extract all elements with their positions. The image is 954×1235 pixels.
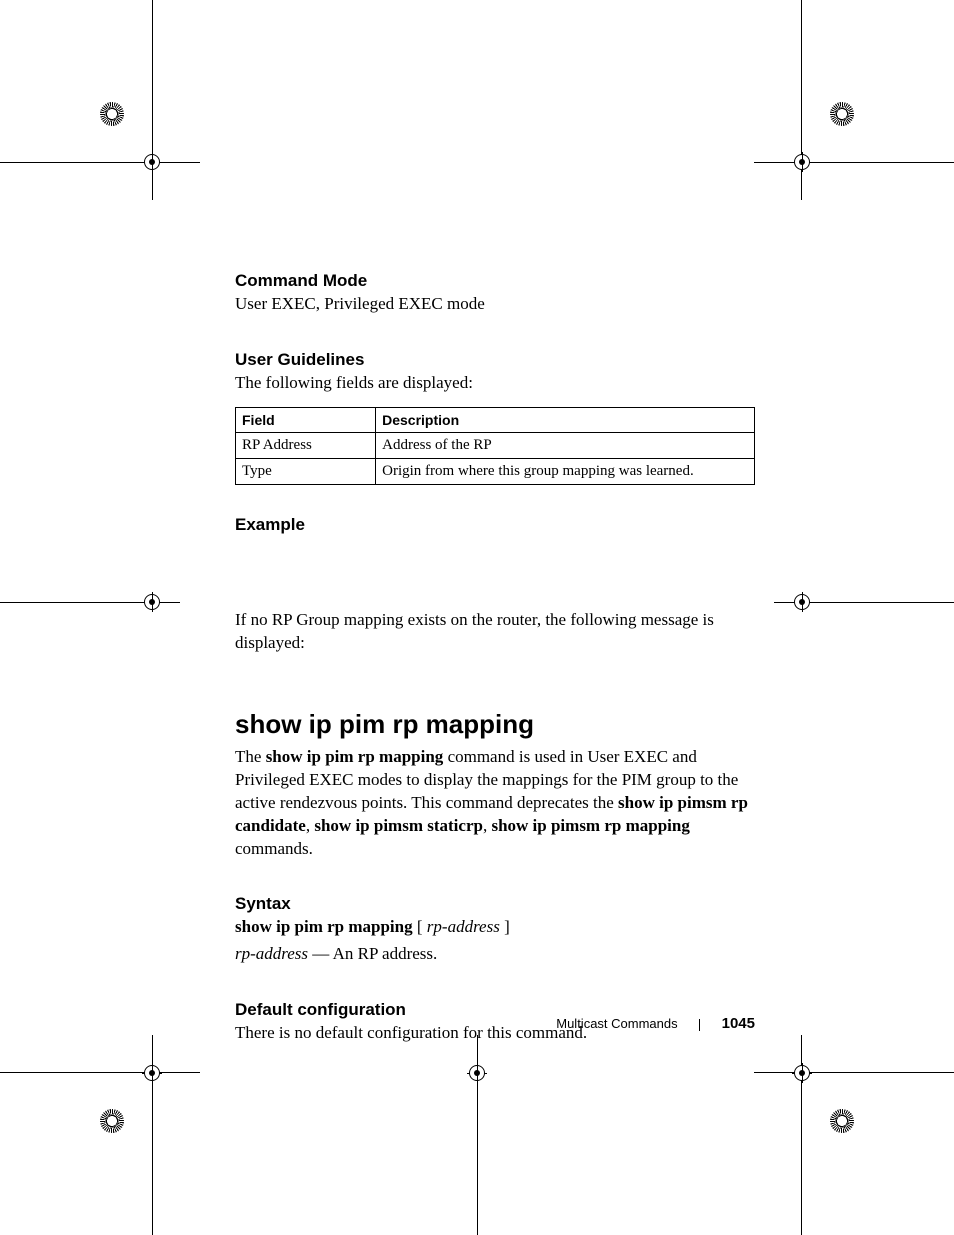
text-syntax-line1: show ip pim rp mapping [ rp-address ] [235,916,755,939]
table-row: RP Address Address of the RP [236,432,755,458]
cell-field: Type [236,458,376,484]
crop-mark-icon [437,1055,517,1145]
heading-main-command: show ip pim rp mapping [235,709,755,740]
crop-mark-icon [100,590,160,680]
text-syntax-line2: rp-address — An RP address. [235,943,755,966]
text-italic-fragment: rp-address [427,917,500,936]
text-fragment: commands. [235,839,313,858]
text-user-guidelines: The following fields are displayed: [235,372,755,395]
footer-separator-icon [699,1019,700,1031]
table-header-row: Field Description [236,407,755,432]
table-row: Type Origin from where this group mappin… [236,458,755,484]
text-fragment: ] [500,917,510,936]
text-fragment: — An RP address. [308,944,437,963]
heading-user-guidelines: User Guidelines [235,350,755,370]
crop-mark-icon [100,1055,180,1145]
text-fragment: [ [413,917,427,936]
text-command-mode: User EXEC, Privileged EXEC mode [235,293,755,316]
crop-mark-icon [774,90,854,180]
crop-mark-icon [794,590,854,680]
heading-example: Example [235,515,755,535]
col-header-field: Field [236,407,376,432]
text-example: If no RP Group mapping exists on the rou… [235,609,755,655]
text-bold-fragment: show ip pim rp mapping [235,917,413,936]
crop-mark-icon [774,1055,854,1145]
text-fragment: The [235,747,266,766]
cell-desc: Address of the RP [376,432,755,458]
text-main-description: The show ip pim rp mapping command is us… [235,746,755,861]
page: Command Mode User EXEC, Privileged EXEC … [0,0,954,1235]
text-bold-fragment: show ip pim rp mapping [266,747,444,766]
fields-table: Field Description RP Address Address of … [235,407,755,485]
footer-page-number: 1045 [722,1015,755,1032]
cell-field: RP Address [236,432,376,458]
heading-syntax: Syntax [235,894,755,914]
page-content: Command Mode User EXEC, Privileged EXEC … [235,255,755,1049]
cell-desc: Origin from where this group mapping was… [376,458,755,484]
footer-section-name: Multicast Commands [556,1016,677,1031]
text-bold-fragment: show ip pimsm staticrp [314,816,483,835]
crop-mark-icon [100,90,180,180]
page-footer: Multicast Commands 1045 [235,1015,755,1033]
heading-command-mode: Command Mode [235,271,755,291]
col-header-description: Description [376,407,755,432]
text-italic-fragment: rp-address [235,944,308,963]
text-bold-fragment: show ip pimsm rp mapping [491,816,689,835]
